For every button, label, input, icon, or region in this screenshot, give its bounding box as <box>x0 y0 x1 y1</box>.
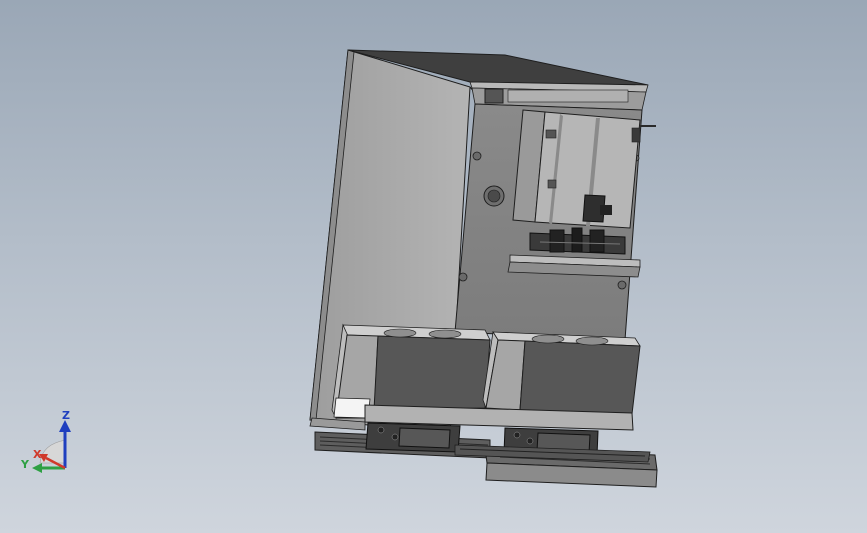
graphics-viewport[interactable]: Z Y X <box>0 0 867 533</box>
axis-triad-icon: Z Y X <box>18 408 82 478</box>
motor-block-left <box>331 323 491 420</box>
z-axis-label: Z <box>62 409 70 422</box>
y-axis-head <box>32 463 42 473</box>
x-axis-label: X <box>33 448 42 461</box>
y-axis-label: Y <box>20 458 30 471</box>
slide-carriage-left <box>365 422 461 453</box>
cad-assembly-icon[interactable] <box>0 0 867 533</box>
motor-block-right <box>482 330 641 415</box>
